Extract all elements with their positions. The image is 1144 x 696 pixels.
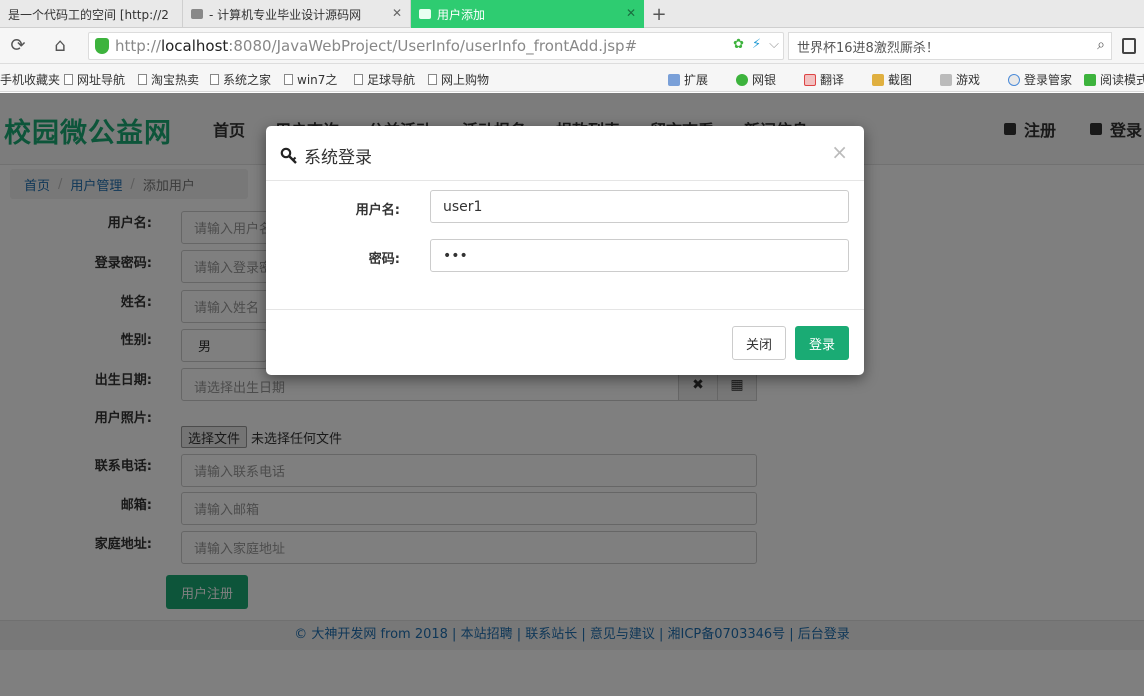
login-button[interactable]: 登录 <box>795 326 849 360</box>
tab-1-title: 是一个代码工的空间 [http://2 <box>8 7 169 22</box>
ext-reader[interactable]: 阅读模式 <box>1084 71 1144 88</box>
modal-footer: 关闭 登录 <box>266 309 864 375</box>
tab-close-icon[interactable]: ✕ <box>392 6 402 20</box>
bookmarks-bar: 手机收藏夹 网址导航 淘宝热卖 系统之家 win7之 足球导航 网上购物 扩展 … <box>0 64 1144 92</box>
search-icon[interactable]: ⌕ <box>1097 37 1105 53</box>
modal-password-label: 密码: <box>368 252 400 267</box>
speed-mode-icon[interactable]: ⚡ <box>752 37 761 52</box>
grid-icon <box>668 73 680 86</box>
tab-2-title: - 计算机专业毕业设计源码网 <box>209 7 362 22</box>
key-search-icon <box>1008 73 1020 86</box>
refresh-circle-icon[interactable]: ✿ <box>733 37 744 52</box>
home-icon[interactable]: ⌂ <box>50 36 70 56</box>
bookmark-win7[interactable]: win7之 <box>284 71 337 88</box>
ext-translate[interactable]: 翻译 <box>804 71 844 88</box>
page-icon <box>428 74 437 85</box>
dropdown-chevron-icon[interactable]: ⌵ <box>769 37 779 52</box>
modal-username-label: 用户名: <box>355 203 400 218</box>
secure-shield-icon <box>95 38 109 54</box>
key-icon <box>280 147 297 164</box>
tab-close-icon[interactable]: ✕ <box>626 6 636 20</box>
ext-bank[interactable]: 网银 <box>736 71 776 88</box>
ext-screenshot[interactable]: 截图 <box>872 71 912 88</box>
bookmark-football[interactable]: 足球导航 <box>354 71 415 88</box>
modal-title-text: 系统登录 <box>304 148 372 168</box>
modal-header: 系统登录 × <box>266 126 864 181</box>
close-button[interactable]: 关闭 <box>732 326 786 360</box>
modal-username-input[interactable]: user1 <box>430 190 849 223</box>
browser-tab-strip: 是一个代码工的空间 [http://2 - 计算机专业毕业设计源码网 ✕ 用户添… <box>0 0 1144 28</box>
shield-icon <box>736 73 748 86</box>
tab-favicon-icon <box>191 9 203 19</box>
browser-tab-2[interactable]: - 计算机专业毕业设计源码网 ✕ <box>183 0 411 28</box>
ext-login-manager[interactable]: 登录管家 <box>1008 71 1072 88</box>
url-path: :8080/JavaWebProject/UserInfo/userInfo_f… <box>228 37 638 55</box>
phone-icon[interactable] <box>1122 38 1136 54</box>
url-host: localhost <box>160 37 229 55</box>
bookmark-nav[interactable]: 网址导航 <box>64 71 125 88</box>
web-page: 校园微公益网 首页 用户查询 公益活动 活动报名 捐款列表 留言查看 新闻信息 … <box>0 93 1144 696</box>
bookmark-xitong[interactable]: 系统之家 <box>210 71 271 88</box>
bookmark-shopping[interactable]: 网上购物 <box>428 71 489 88</box>
reload-icon[interactable]: ⟳ <box>8 36 28 56</box>
translate-icon <box>804 73 816 86</box>
login-modal: 系统登录 × 用户名: user1 密码: ••• 关闭 登录 <box>266 126 864 375</box>
gamepad-icon <box>940 73 952 86</box>
browser-tab-active[interactable]: 用户添加 ✕ <box>411 0 644 28</box>
modal-password-input[interactable]: ••• <box>430 239 849 272</box>
tab-3-title: 用户添加 <box>437 7 486 22</box>
url-actions: ✿ ⚡ ⌵ <box>733 37 779 52</box>
new-tab-button[interactable]: + <box>644 0 674 28</box>
page-icon <box>138 74 147 85</box>
page-icon <box>64 74 73 85</box>
browser-search-input[interactable]: 世界杯16进8激烈厮杀！ ⌕ <box>788 32 1112 60</box>
bookmark-taobao[interactable]: 淘宝热卖 <box>138 71 199 88</box>
url-input[interactable]: http://localhost:8080/JavaWebProject/Use… <box>88 32 784 60</box>
close-icon[interactable]: × <box>831 140 848 164</box>
page-icon <box>284 74 293 85</box>
modal-title: 系统登录 <box>280 143 372 168</box>
page-icon <box>354 74 363 85</box>
ext-extensions[interactable]: 扩展 <box>668 71 708 88</box>
search-hint: 世界杯16进8激烈厮杀！ <box>797 40 939 56</box>
address-bar: ⟳ ⌂ http://localhost:8080/JavaWebProject… <box>0 28 1144 64</box>
ext-games[interactable]: 游戏 <box>940 71 980 88</box>
book-icon <box>1084 73 1096 86</box>
tab-favicon-icon <box>419 9 431 19</box>
scissors-icon <box>872 73 884 86</box>
browser-tab-1[interactable]: 是一个代码工的空间 [http://2 <box>0 0 183 28</box>
page-icon <box>210 74 219 85</box>
url-scheme: http:// <box>115 37 161 55</box>
bookmark-mobile[interactable]: 手机收藏夹 <box>0 71 60 88</box>
